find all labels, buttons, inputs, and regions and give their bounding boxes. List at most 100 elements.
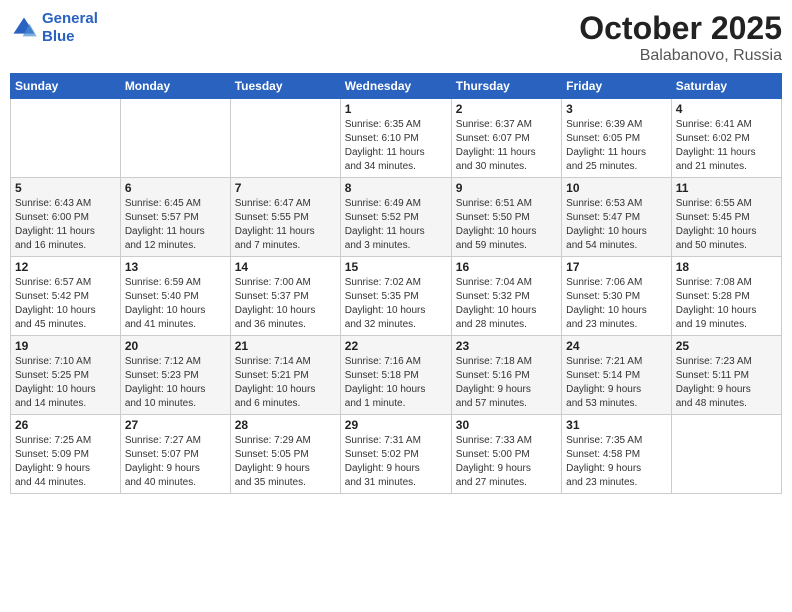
day-number: 13 <box>125 260 226 274</box>
page: General Blue October 2025 Balabanovo, Ru… <box>0 0 792 612</box>
calendar-cell: 1Sunrise: 6:35 AM Sunset: 6:10 PM Daylig… <box>340 99 451 178</box>
day-number: 5 <box>15 181 116 195</box>
day-number: 31 <box>566 418 667 432</box>
day-number: 1 <box>345 102 447 116</box>
day-info: Sunrise: 7:04 AM Sunset: 5:32 PM Dayligh… <box>456 276 557 332</box>
day-info: Sunrise: 7:33 AM Sunset: 5:00 PM Dayligh… <box>456 434 557 490</box>
weekday-header-friday: Friday <box>562 74 672 99</box>
day-number: 4 <box>676 102 777 116</box>
calendar-cell: 26 Sunrise: 7:25 AM Sunset: 5:09 PM Dayli… <box>11 415 121 494</box>
calendar-cell: 5 Sunrise: 6:43 AM Sunset: 6:00 PM Daylig… <box>11 178 121 257</box>
day-number: 24 <box>566 339 667 353</box>
day-info: Sunrise: 7:12 AM Sunset: 5:23 PM Dayligh… <box>125 355 226 411</box>
calendar-cell: 9Sunrise: 6:51 AM Sunset: 5:50 PM Daylig… <box>451 178 561 257</box>
logo-icon <box>10 14 38 42</box>
day-info: Sunrise: 7:18 AM Sunset: 5:16 PM Dayligh… <box>456 355 557 411</box>
calendar-cell: 2 Sunrise: 6:37 AM Sunset: 6:07 PM Daylig… <box>451 99 561 178</box>
day-info: Sunrise: 6:39 AM Sunset: 6:05 PM Dayligh… <box>566 118 667 174</box>
calendar-cell: 8 Sunrise: 6:49 AM Sunset: 5:52 PM Daylig… <box>340 178 451 257</box>
day-info: Sunrise: 6:45 AM Sunset: 5:57 PM Dayligh… <box>125 197 226 253</box>
calendar-cell: 13 Sunrise: 6:59 AM Sunset: 5:40 PM Dayli… <box>120 257 230 336</box>
weekday-header-wednesday: Wednesday <box>340 74 451 99</box>
logo-blue: Blue <box>42 28 98 46</box>
day-info: Sunrise: 7:23 AM Sunset: 5:11 PM Dayligh… <box>676 355 777 411</box>
day-number: 29 <box>345 418 447 432</box>
day-number: 8 <box>345 181 447 195</box>
calendar-header-row: SundayMondayTuesdayWednesdayThursdayFrid… <box>11 74 782 99</box>
day-info: Sunrise: 6:55 AM Sunset: 5:45 PM Dayligh… <box>676 197 777 253</box>
calendar-cell: 23 Sunrise: 7:18 AM Sunset: 5:16 PM Dayli… <box>451 336 561 415</box>
calendar-cell <box>11 99 121 178</box>
day-info: Sunrise: 7:25 AM Sunset: 5:09 PM Dayligh… <box>15 434 116 490</box>
day-info: Sunrise: 7:31 AM Sunset: 5:02 PM Dayligh… <box>345 434 447 490</box>
calendar-cell <box>230 99 340 178</box>
calendar-cell: 12 Sunrise: 6:57 AM Sunset: 5:42 PM Dayli… <box>11 257 121 336</box>
day-number: 23 <box>456 339 557 353</box>
day-info: Sunrise: 6:43 AM Sunset: 6:00 PM Dayligh… <box>15 197 116 253</box>
calendar-week-row: 12 Sunrise: 6:57 AM Sunset: 5:42 PM Dayli… <box>11 257 782 336</box>
day-number: 2 <box>456 102 557 116</box>
weekday-header-thursday: Thursday <box>451 74 561 99</box>
day-number: 26 <box>15 418 116 432</box>
day-info: Sunrise: 6:41 AM Sunset: 6:02 PM Dayligh… <box>676 118 777 174</box>
calendar-cell: 29 Sunrise: 7:31 AM Sunset: 5:02 PM Dayli… <box>340 415 451 494</box>
calendar-cell: 31Sunrise: 7:35 AM Sunset: 4:58 PM Dayli… <box>562 415 672 494</box>
day-info: Sunrise: 7:21 AM Sunset: 5:14 PM Dayligh… <box>566 355 667 411</box>
day-number: 21 <box>235 339 336 353</box>
calendar-cell: 16 Sunrise: 7:04 AM Sunset: 5:32 PM Dayli… <box>451 257 561 336</box>
day-info: Sunrise: 6:37 AM Sunset: 6:07 PM Dayligh… <box>456 118 557 174</box>
day-number: 18 <box>676 260 777 274</box>
calendar-week-row: 1Sunrise: 6:35 AM Sunset: 6:10 PM Daylig… <box>11 99 782 178</box>
day-info: Sunrise: 7:06 AM Sunset: 5:30 PM Dayligh… <box>566 276 667 332</box>
day-number: 6 <box>125 181 226 195</box>
calendar-week-row: 5 Sunrise: 6:43 AM Sunset: 6:00 PM Daylig… <box>11 178 782 257</box>
day-number: 14 <box>235 260 336 274</box>
month-title: October 2025 <box>579 10 782 47</box>
day-number: 27 <box>125 418 226 432</box>
day-number: 15 <box>345 260 447 274</box>
day-info: Sunrise: 6:53 AM Sunset: 5:47 PM Dayligh… <box>566 197 667 253</box>
calendar-cell: 6 Sunrise: 6:45 AM Sunset: 5:57 PM Daylig… <box>120 178 230 257</box>
day-info: Sunrise: 7:14 AM Sunset: 5:21 PM Dayligh… <box>235 355 336 411</box>
calendar-week-row: 19Sunrise: 7:10 AM Sunset: 5:25 PM Dayli… <box>11 336 782 415</box>
calendar-cell: 24 Sunrise: 7:21 AM Sunset: 5:14 PM Dayli… <box>562 336 672 415</box>
title-block: October 2025 Balabanovo, Russia <box>579 10 782 65</box>
day-info: Sunrise: 6:57 AM Sunset: 5:42 PM Dayligh… <box>15 276 116 332</box>
calendar-cell: 14Sunrise: 7:00 AM Sunset: 5:37 PM Dayli… <box>230 257 340 336</box>
calendar-cell: 15 Sunrise: 7:02 AM Sunset: 5:35 PM Dayli… <box>340 257 451 336</box>
calendar-cell: 7Sunrise: 6:47 AM Sunset: 5:55 PM Daylig… <box>230 178 340 257</box>
day-number: 11 <box>676 181 777 195</box>
logo: General Blue <box>10 10 98 46</box>
logo-general: General <box>42 10 98 28</box>
calendar-cell: 21 Sunrise: 7:14 AM Sunset: 5:21 PM Dayli… <box>230 336 340 415</box>
day-number: 10 <box>566 181 667 195</box>
day-info: Sunrise: 7:27 AM Sunset: 5:07 PM Dayligh… <box>125 434 226 490</box>
calendar-cell <box>120 99 230 178</box>
calendar-cell: 30 Sunrise: 7:33 AM Sunset: 5:00 PM Dayli… <box>451 415 561 494</box>
day-info: Sunrise: 7:29 AM Sunset: 5:05 PM Dayligh… <box>235 434 336 490</box>
weekday-header-tuesday: Tuesday <box>230 74 340 99</box>
day-number: 16 <box>456 260 557 274</box>
calendar: SundayMondayTuesdayWednesdayThursdayFrid… <box>10 73 782 494</box>
weekday-header-sunday: Sunday <box>11 74 121 99</box>
day-number: 20 <box>125 339 226 353</box>
calendar-cell: 18 Sunrise: 7:08 AM Sunset: 5:28 PM Dayli… <box>671 257 781 336</box>
calendar-cell <box>671 415 781 494</box>
weekday-header-saturday: Saturday <box>671 74 781 99</box>
day-info: Sunrise: 7:08 AM Sunset: 5:28 PM Dayligh… <box>676 276 777 332</box>
day-number: 22 <box>345 339 447 353</box>
calendar-cell: 11 Sunrise: 6:55 AM Sunset: 5:45 PM Dayli… <box>671 178 781 257</box>
calendar-week-row: 26 Sunrise: 7:25 AM Sunset: 5:09 PM Dayli… <box>11 415 782 494</box>
day-number: 7 <box>235 181 336 195</box>
day-info: Sunrise: 6:49 AM Sunset: 5:52 PM Dayligh… <box>345 197 447 253</box>
calendar-cell: 4 Sunrise: 6:41 AM Sunset: 6:02 PM Daylig… <box>671 99 781 178</box>
day-number: 12 <box>15 260 116 274</box>
day-info: Sunrise: 6:59 AM Sunset: 5:40 PM Dayligh… <box>125 276 226 332</box>
calendar-cell: 20 Sunrise: 7:12 AM Sunset: 5:23 PM Dayli… <box>120 336 230 415</box>
day-number: 30 <box>456 418 557 432</box>
day-number: 17 <box>566 260 667 274</box>
day-info: Sunrise: 7:02 AM Sunset: 5:35 PM Dayligh… <box>345 276 447 332</box>
calendar-cell: 28Sunrise: 7:29 AM Sunset: 5:05 PM Dayli… <box>230 415 340 494</box>
calendar-cell: 25Sunrise: 7:23 AM Sunset: 5:11 PM Dayli… <box>671 336 781 415</box>
day-info: Sunrise: 7:10 AM Sunset: 5:25 PM Dayligh… <box>15 355 116 411</box>
